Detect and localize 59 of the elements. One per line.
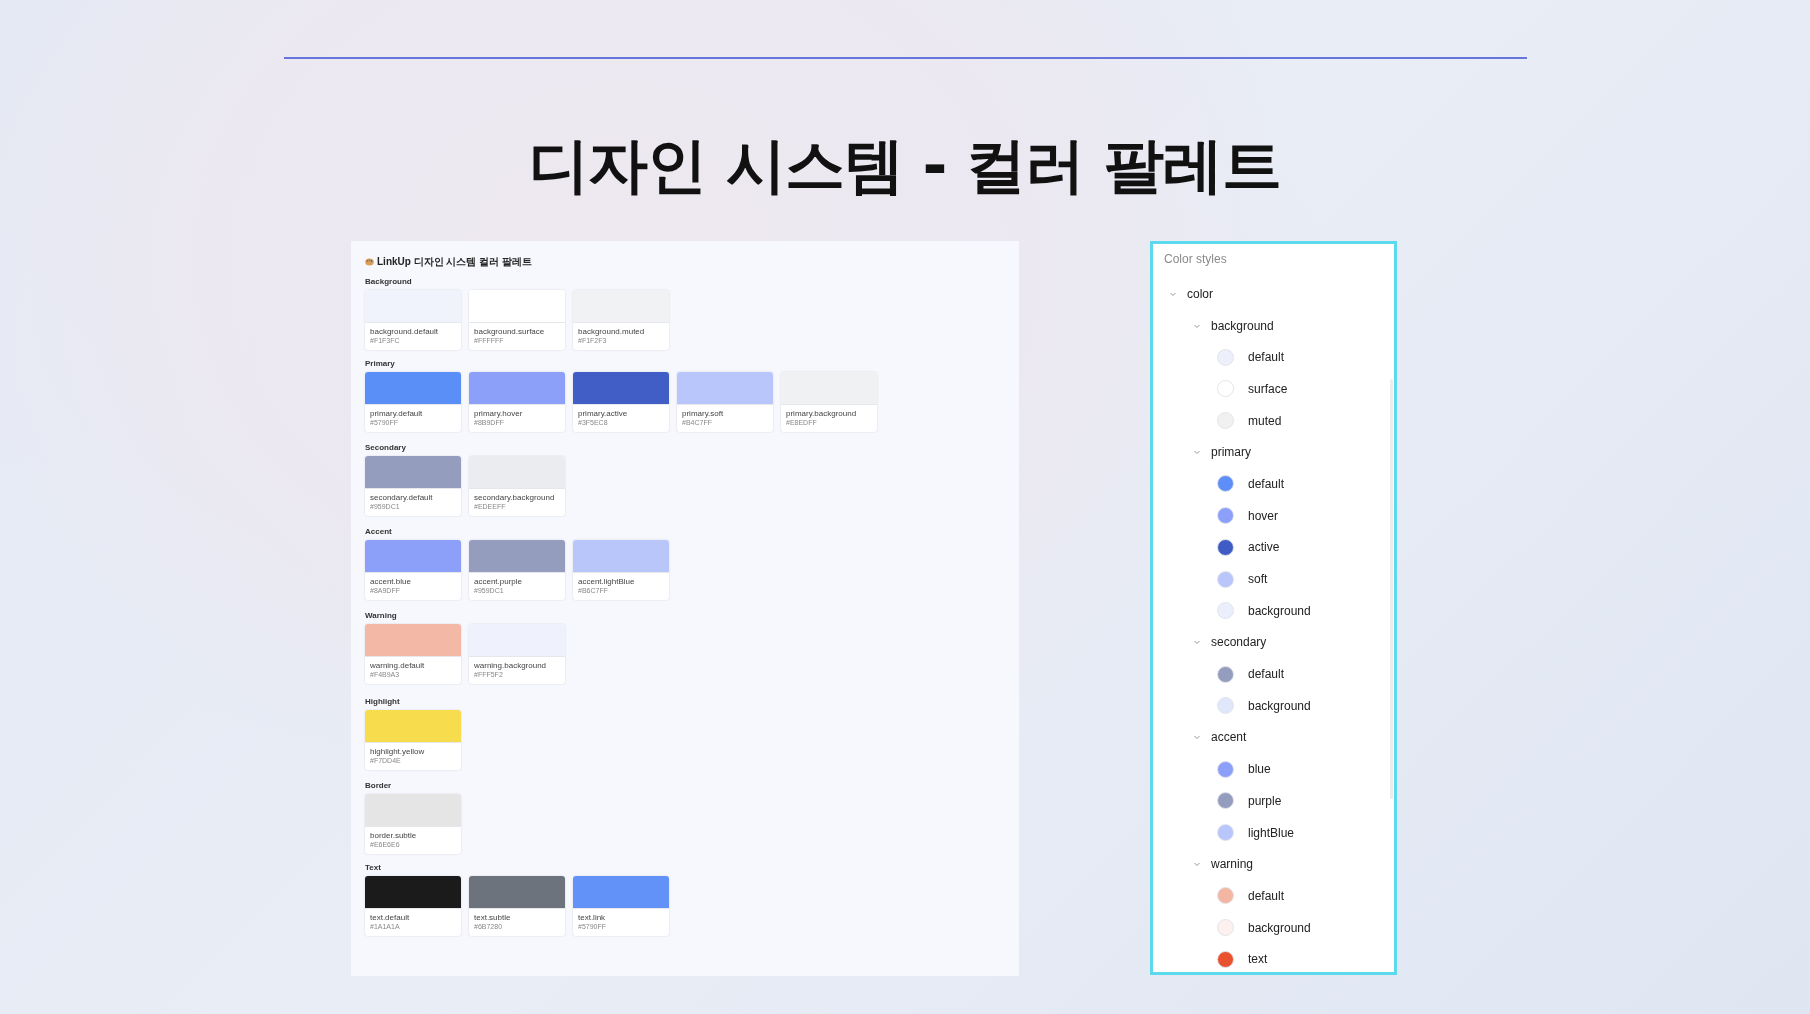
palette-icon <box>365 258 374 266</box>
group-label[interactable]: warning <box>1211 857 1254 872</box>
swatch-name: accent.purple <box>474 577 524 586</box>
swatch-name: text.link <box>578 913 607 922</box>
swatch-name: accent.lightBlue <box>578 577 636 586</box>
caret-icon[interactable] <box>1193 448 1201 457</box>
swatch-name: background.default <box>370 327 440 336</box>
panel-header: Color styles <box>1164 252 1227 266</box>
section-heading: Primary <box>365 359 396 368</box>
page-title: 디자인 시스템 - 컬러 팔레트 <box>528 129 1282 202</box>
style-label[interactable]: hover <box>1248 508 1279 523</box>
style-label[interactable]: soft <box>1248 572 1268 587</box>
group-label[interactable]: primary <box>1211 445 1251 460</box>
caret-icon[interactable] <box>1193 638 1201 647</box>
style-label[interactable]: default <box>1248 888 1285 903</box>
scrollbar[interactable] <box>1390 379 1393 799</box>
swatch-name: background.muted <box>578 327 646 336</box>
style-label[interactable]: surface <box>1248 381 1288 396</box>
style-label[interactable]: lightBlue <box>1248 825 1295 840</box>
swatch-name: secondary.background <box>474 493 556 502</box>
swatch-name: background.surface <box>474 327 546 336</box>
section-heading: Accent <box>365 527 393 536</box>
swatch-name: secondary.default <box>370 493 434 502</box>
style-label[interactable]: blue <box>1248 762 1271 777</box>
style-label[interactable]: text <box>1248 952 1268 967</box>
swatch-name: primary.hover <box>474 409 524 418</box>
group-label[interactable]: secondary <box>1211 635 1267 650</box>
swatch-name: highlight.yellow <box>370 747 426 756</box>
caret-icon[interactable] <box>1193 860 1201 869</box>
palette-title: LinkUp 디자인 시스템 컬러 팔레트 <box>377 255 532 269</box>
swatch-name: warning.default <box>370 661 426 670</box>
style-label[interactable]: background <box>1248 698 1311 713</box>
section-heading: Border <box>365 781 393 790</box>
style-label[interactable]: background <box>1248 920 1311 935</box>
swatch-name: primary.soft <box>682 409 725 418</box>
swatch-name: text.default <box>370 913 411 922</box>
swatch-name: primary.active <box>578 409 629 418</box>
style-label[interactable]: muted <box>1248 413 1282 428</box>
section-heading: Warning <box>365 611 398 620</box>
group-label[interactable]: accent <box>1211 730 1247 745</box>
section-heading: Secondary <box>365 443 407 452</box>
group-label[interactable]: background <box>1211 318 1274 333</box>
section-heading: Text <box>365 863 382 872</box>
caret-icon[interactable] <box>1193 733 1201 742</box>
swatch-name: text.subtle <box>474 913 512 922</box>
section-heading: Background <box>365 277 413 286</box>
style-label[interactable]: purple <box>1248 793 1282 808</box>
swatch-name: primary.default <box>370 409 424 418</box>
section-heading: Highlight <box>365 697 401 706</box>
style-label[interactable]: default <box>1248 476 1285 491</box>
swatch-name: accent.blue <box>370 577 412 586</box>
group-label[interactable]: color <box>1187 286 1213 301</box>
swatch-name: border.subtle <box>370 831 418 840</box>
style-label[interactable]: background <box>1248 603 1311 618</box>
swatch-name: primary.background <box>786 409 858 418</box>
style-label[interactable]: default <box>1248 350 1285 365</box>
style-label[interactable]: default <box>1248 667 1285 682</box>
swatch-name: warning.background <box>474 661 548 670</box>
style-label[interactable]: active <box>1248 540 1280 555</box>
